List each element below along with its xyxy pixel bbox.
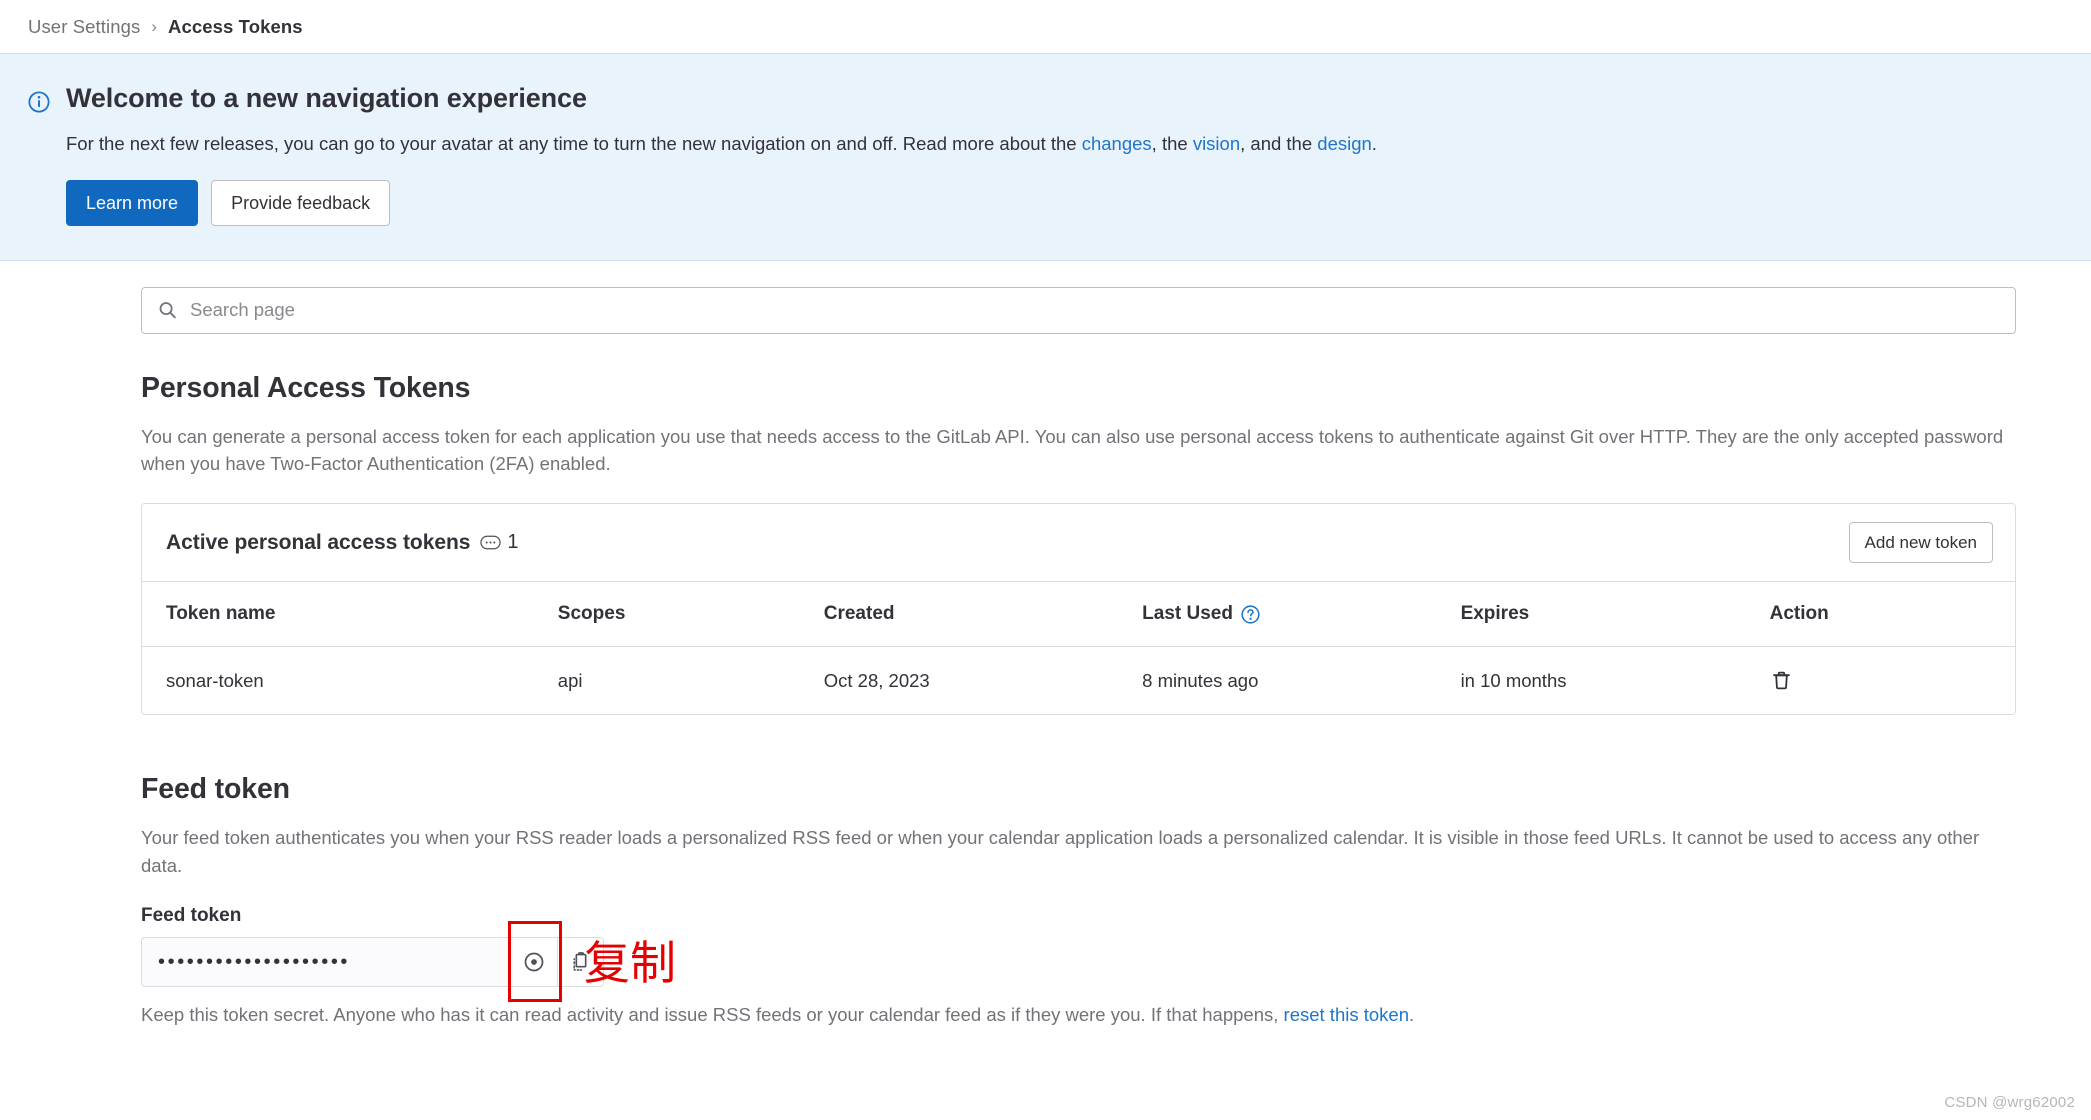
search-page-container <box>141 286 2016 334</box>
page-title: Personal Access Tokens <box>141 371 471 404</box>
banner-text-segment-2: , the <box>1151 132 1193 154</box>
search-input[interactable] <box>141 286 2016 334</box>
column-header-last-used-label: Last Used <box>1142 603 1233 625</box>
banner-actions: Learn more Provide feedback <box>66 179 2051 226</box>
column-header-expires: Expires <box>1460 582 1770 648</box>
feed-token-section: Feed token Your feed token authenticates… <box>141 773 2016 1028</box>
cell-last-used: 8 minutes ago <box>1142 646 1461 715</box>
add-new-token-button[interactable]: Add new token <box>1848 522 1993 564</box>
tokens-table: Token name Scopes Created Last Used Expi… <box>142 582 2015 715</box>
navigation-announcement-banner: Welcome to a new navigation experience F… <box>0 54 2091 261</box>
banner-description: For the next few releases, you can go to… <box>66 130 2051 158</box>
breadcrumb-current-access-tokens: Access Tokens <box>168 15 303 37</box>
column-header-created: Created <box>823 582 1143 648</box>
active-tokens-card: Active personal access tokens 1 Add new … <box>141 503 2016 716</box>
feed-token-field-label: Feed token <box>141 905 242 926</box>
feed-description-line-1: Your feed token authenticates you when y… <box>141 827 1682 849</box>
feed-token-input[interactable]: •••••••••••••••••••• <box>141 937 510 987</box>
breadcrumb-separator-icon: › <box>151 16 158 36</box>
trash-icon[interactable] <box>1770 669 1793 692</box>
provide-feedback-button[interactable]: Provide feedback <box>211 179 391 226</box>
active-tokens-title: Active personal access tokens <box>166 530 471 554</box>
cell-action <box>1769 646 2015 715</box>
banner-link-design[interactable]: design <box>1317 133 1372 154</box>
watermark: CSDN @wrg62002 <box>1944 1094 2075 1111</box>
banner-link-vision[interactable]: vision <box>1193 133 1240 154</box>
reset-token-link[interactable]: reset this token <box>1284 1004 1409 1025</box>
eye-icon <box>523 951 545 973</box>
banner-title: Welcome to a new navigation experience <box>66 83 587 113</box>
feed-token-title: Feed token <box>141 773 290 806</box>
annotation-label: 复制 <box>584 936 676 990</box>
feed-token-input-group: •••••••••••••••••••• 复制 <box>141 921 676 1002</box>
column-header-action: Action <box>1769 582 2015 648</box>
banner-text-segment-3: , and the <box>1240 132 1318 154</box>
question-circle-icon[interactable] <box>1241 605 1260 624</box>
active-tokens-card-header: Active personal access tokens 1 Add new … <box>142 504 2015 583</box>
banner-text-segment-1: For the next few releases, you can go to… <box>66 132 1082 154</box>
token-count-value: 1 <box>507 531 519 554</box>
personal-access-tokens-description: You can generate a personal access token… <box>141 423 2016 478</box>
pat-description-line-1: You can generate a personal access token… <box>141 425 1691 447</box>
table-row: sonar-token api Oct 28, 2023 8 minutes a… <box>142 646 2015 715</box>
status-badge: 1 <box>480 531 519 554</box>
feed-help-segment-1: Keep this token secret. Anyone who has i… <box>141 1004 1284 1025</box>
main-content: Personal Access Tokens You can generate … <box>0 261 2091 1028</box>
table-header-row: Token name Scopes Created Last Used Expi… <box>142 582 2015 648</box>
feed-token-help-text: Keep this token secret. Anyone who has i… <box>141 1002 2016 1028</box>
token-count-icon <box>480 535 502 550</box>
feed-help-segment-2: . <box>1408 1004 1415 1025</box>
feed-token-description: Your feed token authenticates you when y… <box>141 824 2016 879</box>
info-circle-icon <box>28 91 50 113</box>
breadcrumb: User Settings › Access Tokens <box>0 0 2091 54</box>
banner-link-changes[interactable]: changes <box>1082 133 1152 154</box>
cell-created: Oct 28, 2023 <box>823 646 1143 715</box>
learn-more-button[interactable]: Learn more <box>66 179 199 226</box>
breadcrumb-link-user-settings[interactable]: User Settings <box>28 16 140 38</box>
cell-scopes: api <box>557 646 824 715</box>
cell-expires: in 10 months <box>1460 646 1770 715</box>
column-header-token-name: Token name <box>142 582 558 648</box>
column-header-last-used: Last Used <box>1142 582 1461 648</box>
reveal-token-button[interactable] <box>510 937 557 987</box>
column-header-scopes: Scopes <box>557 582 824 648</box>
banner-text-segment-4: . <box>1371 132 1377 154</box>
cell-token-name: sonar-token <box>142 646 558 715</box>
